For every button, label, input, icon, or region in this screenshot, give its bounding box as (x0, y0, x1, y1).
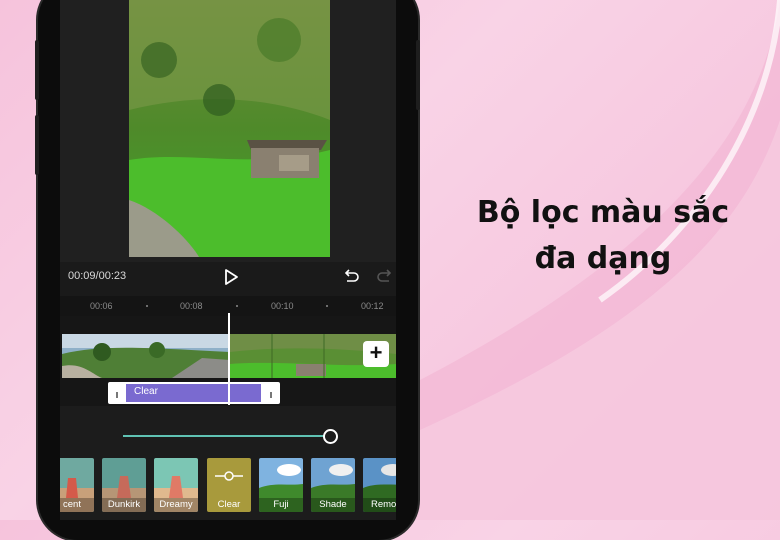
play-button[interactable] (220, 266, 242, 288)
playback-controls: 00:09/00:23 (60, 262, 396, 296)
headline-line-2: đa dạng (534, 241, 672, 276)
editor-screen: 00:09/00:23 00:06 00:08 00:10 00:12 Clea… (60, 0, 396, 520)
add-clip-button[interactable]: + (363, 341, 389, 367)
trim-handle-left[interactable] (116, 392, 118, 398)
play-icon (225, 269, 238, 285)
headline: Bộ lọc màu sắc đa dạng (458, 190, 748, 282)
filter-label: cent (60, 498, 94, 512)
filter-label: Clear (217, 499, 241, 510)
phone-power-button (416, 40, 420, 110)
phone-side-button (35, 40, 39, 100)
filter-label: Remot (363, 498, 396, 512)
ruler-dot (236, 305, 238, 307)
filter-track-clip[interactable]: Clear (108, 382, 280, 404)
phone-side-button (35, 115, 39, 175)
filter-track-label: Clear (134, 386, 158, 397)
filter-item-remote[interactable]: Remot (363, 458, 396, 512)
filter-intensity-panel (60, 406, 396, 450)
redo-button[interactable] (376, 267, 394, 285)
filter-item-dunkirk[interactable]: Dunkirk (102, 458, 146, 512)
filter-label: Fuji (259, 498, 303, 512)
filter-item-recent[interactable]: cent (60, 458, 94, 512)
filter-item-fuji[interactable]: Fuji (259, 458, 303, 512)
undo-icon (344, 269, 359, 282)
filter-item-clear[interactable]: Clear (207, 458, 251, 512)
video-preview-area (60, 0, 396, 262)
video-preview[interactable] (129, 0, 330, 257)
trim-handle-right[interactable] (270, 392, 272, 398)
total-time: 00:23 (98, 270, 127, 282)
filter-item-dreamy[interactable]: Dreamy (154, 458, 198, 512)
time-display: 00:09/00:23 (68, 270, 126, 282)
ruler-tick: 00:12 (361, 301, 384, 311)
filter-item-shade[interactable]: Shade (311, 458, 355, 512)
undo-button[interactable] (342, 267, 360, 285)
intensity-slider-track[interactable] (123, 435, 331, 437)
ruler-tick: 00:06 (90, 301, 113, 311)
redo-icon (377, 269, 392, 282)
ruler-dot (326, 305, 328, 307)
ruler-dot (146, 305, 148, 307)
playhead[interactable] (228, 313, 230, 405)
intensity-slider-knob[interactable] (323, 429, 338, 444)
filter-list: cent Dunkirk Dreamy Clear Fuji Shade Rem… (60, 450, 396, 520)
filter-label: Shade (311, 498, 355, 512)
ruler-tick: 00:08 (180, 301, 203, 311)
headline-line-1: Bộ lọc màu sắc (476, 195, 730, 230)
current-time: 00:09 (68, 270, 96, 282)
filter-label: Dreamy (154, 498, 198, 512)
slider-adjust-icon (215, 471, 243, 481)
ruler-tick: 00:10 (271, 301, 294, 311)
filter-label: Dunkirk (102, 498, 146, 512)
